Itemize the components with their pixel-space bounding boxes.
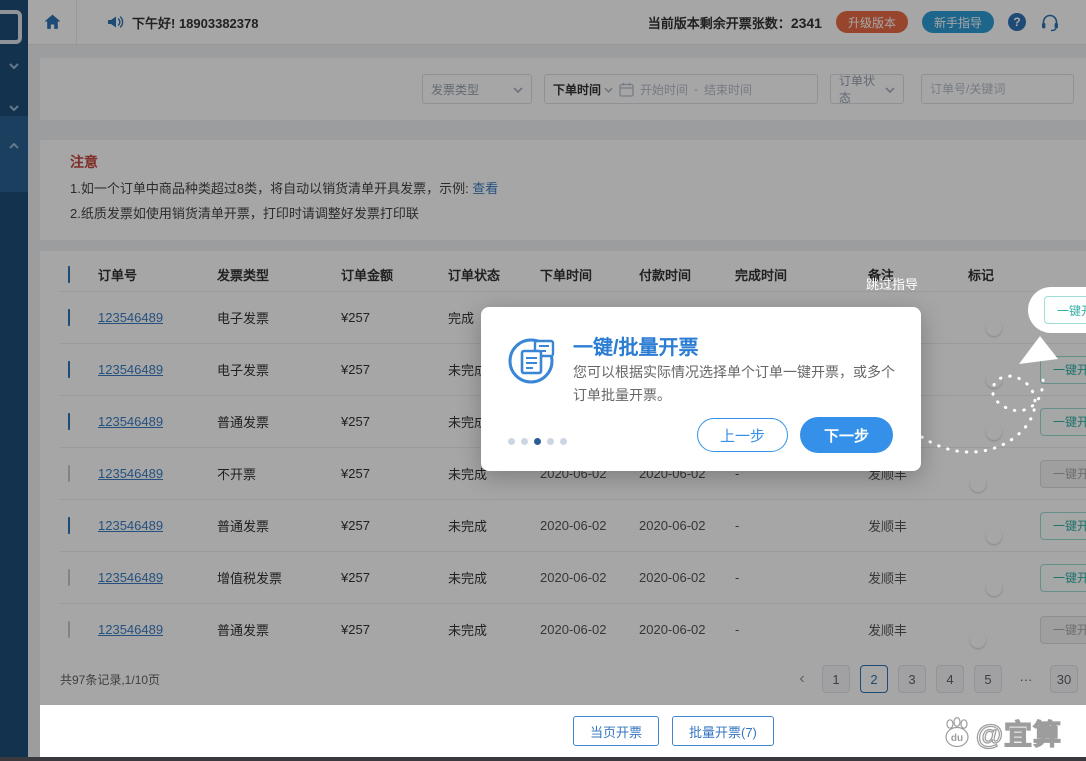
tour-spotlight-bubble: 一键开票 <box>1028 287 1086 333</box>
tour-description: 您可以根据实际情况选择单个订单一键开票，或多个订单批量开票。 <box>573 361 905 407</box>
bottom-action-bar: 当页开票 批量开票(7) du @宜算 <box>40 705 1086 757</box>
next-step-button[interactable]: 下一步 <box>800 417 893 453</box>
tour-modal: 一键/批量开票 您可以根据实际情况选择单个订单一键开票，或多个订单批量开票。 上… <box>481 307 921 471</box>
watermark: du @宜算 <box>940 713 1062 753</box>
batch-invoice-button[interactable]: 批量开票(7) <box>672 716 774 746</box>
watermark-text: @宜算 <box>976 713 1062 753</box>
step-dot <box>560 438 567 445</box>
step-dot <box>508 438 515 445</box>
batch-invoice-icon <box>507 333 559 385</box>
step-dot <box>521 438 528 445</box>
tour-step-dots <box>508 438 567 445</box>
step-dot <box>534 438 541 445</box>
prev-step-button[interactable]: 上一步 <box>697 418 788 452</box>
step-dot <box>547 438 554 445</box>
bottom-edge-strip <box>0 757 1086 761</box>
svg-text:du: du <box>951 733 963 744</box>
skip-guide-link[interactable]: 跳过指导 <box>866 274 918 293</box>
invoice-current-page-button[interactable]: 当页开票 <box>573 716 659 746</box>
paw-icon: du <box>940 716 974 750</box>
tour-title: 一键/批量开票 <box>573 331 699 360</box>
one-click-invoice-button-highlighted[interactable]: 一键开票 <box>1044 296 1086 324</box>
app-window: 下午好! 18903382378 当前版本剩余开票张数：2341 升级版本 新手… <box>0 0 1086 761</box>
